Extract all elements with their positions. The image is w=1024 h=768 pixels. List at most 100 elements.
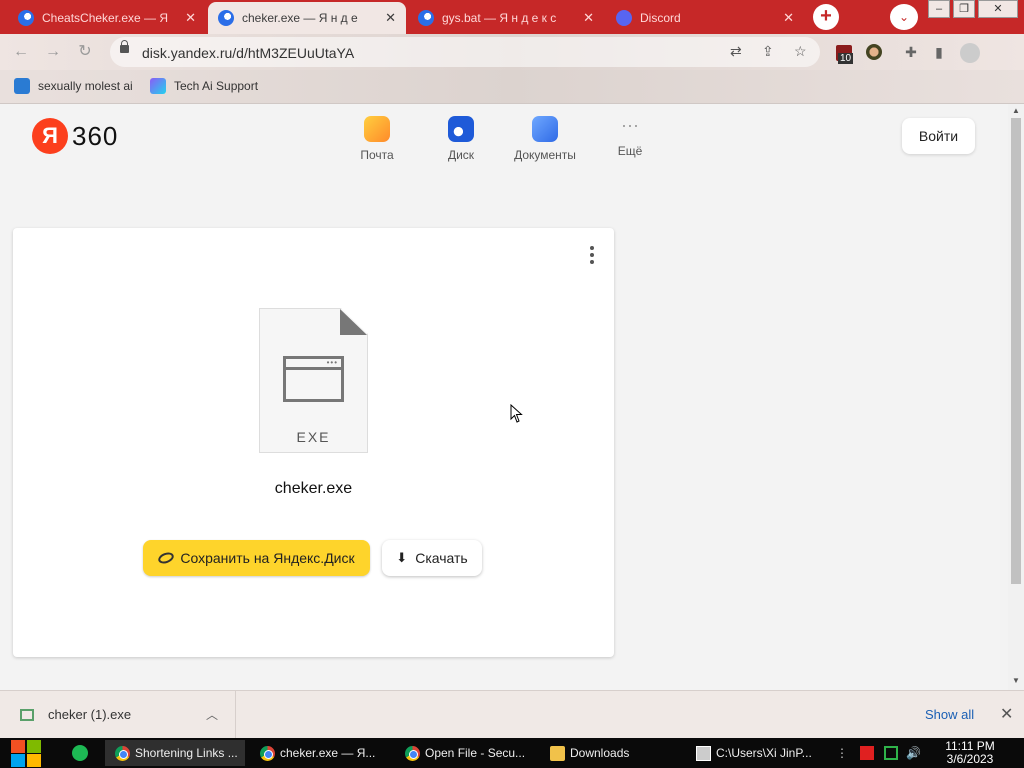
extension-badge-icon[interactable]: 10 xyxy=(836,45,854,64)
action-center-flag-icon[interactable] xyxy=(860,746,874,760)
taskbar-window[interactable]: Downloads xyxy=(540,740,680,766)
close-icon[interactable]: ✕ xyxy=(583,10,594,26)
folder-icon xyxy=(550,745,565,761)
taskbar-window[interactable]: C:\Users\Xi JinP... xyxy=(686,740,826,766)
minimize-button[interactable]: ‒ xyxy=(928,0,950,18)
bookmark-item[interactable]: Tech Ai Support xyxy=(150,78,258,94)
window-icon: ••• xyxy=(283,356,344,402)
restore-button[interactable]: ❐ xyxy=(953,0,975,18)
show-all-link[interactable]: Show all xyxy=(925,707,974,722)
chrome-icon xyxy=(405,745,420,761)
url-text[interactable]: disk.yandex.ru/d/htM3ZEUuUtaYA xyxy=(142,45,354,61)
taskbar-window-label: Downloads xyxy=(570,746,630,760)
bookmarks-bar: sexually molest ai Tech Ai Support xyxy=(0,70,1024,104)
mouse-cursor-icon xyxy=(510,404,523,423)
tab-title: gys.bat — Я н д е к с xyxy=(442,11,557,25)
address-bar[interactable]: disk.yandex.ru/d/htM3ZEUuUtaYA ⇄ ⇪ ☆ xyxy=(110,37,820,67)
tab-gys[interactable]: gys.bat — Я н д е к с ✕ xyxy=(408,2,604,34)
tray-overflow-icon[interactable]: ⋮ xyxy=(836,746,850,760)
close-icon[interactable]: ✕ xyxy=(1000,704,1013,724)
clock-date: 3/6/2023 xyxy=(946,752,994,766)
extensions-puzzle-icon[interactable]: ✚ xyxy=(902,43,920,61)
back-button[interactable]: ← xyxy=(10,42,32,62)
logo-number: 360 xyxy=(72,120,119,151)
download-icon: ⬇ xyxy=(396,550,408,565)
service-disk[interactable]: Диск xyxy=(421,116,501,162)
page-scrollbar[interactable]: ▲ ▼ xyxy=(1008,104,1024,690)
taskbar-window-label: cheker.exe — Я... xyxy=(280,746,376,760)
tab-cheker[interactable]: cheker.exe — Я н д е ✕ xyxy=(208,2,406,34)
yandex-360-logo[interactable]: Я 360 xyxy=(32,118,118,154)
service-more[interactable]: ··· Ещё xyxy=(590,116,670,158)
chrome-icon xyxy=(115,745,130,761)
page-fold xyxy=(340,309,367,335)
taskbar-window[interactable]: cheker.exe — Я... xyxy=(250,740,390,766)
download-item[interactable]: cheker (1).exe ︿ xyxy=(0,691,236,738)
taskbar-window-label: Shortening Links ... xyxy=(135,746,238,760)
service-label: Ещё xyxy=(617,144,643,158)
chrome-icon xyxy=(260,745,275,761)
exe-file-icon: ••• EXE xyxy=(259,308,368,453)
yandex-disk-icon xyxy=(218,10,234,26)
spotify-icon[interactable] xyxy=(72,745,88,761)
service-label: Почта xyxy=(360,148,394,162)
close-icon[interactable]: ✕ xyxy=(185,10,196,26)
start-button[interactable] xyxy=(10,738,42,768)
chevron-up-icon[interactable]: ︿ xyxy=(206,706,218,723)
close-window-button[interactable]: ✕ xyxy=(978,0,1018,18)
tab-strip: CheatsCheker.exe — Я ✕ cheker.exe — Я н … xyxy=(0,0,1024,34)
yandex-disk-icon xyxy=(18,10,34,26)
profile-avatar[interactable] xyxy=(960,43,980,63)
taskbar-window[interactable]: Shortening Links ... xyxy=(105,740,245,766)
bookmark-star-icon[interactable]: ☆ xyxy=(794,43,807,60)
exe-file-icon xyxy=(20,708,34,721)
mail-icon xyxy=(364,116,390,142)
service-mail[interactable]: Почта xyxy=(337,116,417,162)
lock-icon[interactable] xyxy=(120,40,129,53)
tab-title: cheker.exe — Я н д е xyxy=(242,11,358,25)
close-icon[interactable]: ✕ xyxy=(385,10,396,26)
service-documents[interactable]: Документы xyxy=(505,116,585,162)
taskbar-window[interactable]: Open File - Secu... xyxy=(395,740,535,766)
logo-letter: Я xyxy=(32,118,68,154)
file-card: ••• EXE cheker.exe Сохранить на Яндекс.Д… xyxy=(13,228,614,657)
bookmark-item[interactable]: sexually molest ai xyxy=(14,78,133,94)
save-to-disk-button[interactable]: Сохранить на Яндекс.Диск xyxy=(143,540,370,576)
new-tab-button[interactable]: + xyxy=(813,4,839,30)
download-button[interactable]: ⬇ Скачать xyxy=(382,540,482,576)
side-panel-icon[interactable]: ▮ xyxy=(930,43,948,61)
file-name: cheker.exe xyxy=(274,480,353,497)
tab-discord[interactable]: Discord ✕ xyxy=(606,2,804,34)
service-label: Диск xyxy=(447,148,475,162)
bookmark-label: Tech Ai Support xyxy=(174,79,259,93)
bookmark-favicon-icon xyxy=(150,78,166,94)
download-item-name: cheker (1).exe xyxy=(48,707,132,722)
tab-cheatscheker[interactable]: CheatsCheker.exe — Я ✕ xyxy=(8,2,206,34)
more-options-icon[interactable] xyxy=(586,246,598,266)
save-button-label: Сохранить на Яндекс.Диск xyxy=(180,550,355,566)
taskbar-window-label: C:\Users\Xi JinP... xyxy=(716,746,812,760)
extension-avatar-icon[interactable] xyxy=(866,44,882,60)
page-content: Я 360 Почта Диск Документы ··· Ещё Войти… xyxy=(0,104,1008,690)
disk-icon xyxy=(157,550,176,566)
system-clock[interactable]: 11:11 PM 3/6/2023 xyxy=(930,740,1010,766)
disk-icon xyxy=(448,116,474,142)
network-icon[interactable] xyxy=(884,746,898,760)
bookmark-favicon-icon xyxy=(14,78,30,94)
share-icon[interactable]: ⇪ xyxy=(762,43,774,60)
file-extension: EXE xyxy=(296,429,331,445)
taskbar-window-label: Open File - Secu... xyxy=(425,746,526,760)
scrollbar-thumb[interactable] xyxy=(1011,118,1021,584)
login-button[interactable]: Войти xyxy=(902,118,975,154)
tab-search-button[interactable]: ⌄ xyxy=(890,4,918,30)
more-icon: ··· xyxy=(621,115,639,135)
reload-button[interactable]: ↻ xyxy=(74,42,96,62)
tab-title: CheatsCheker.exe — Я xyxy=(42,11,169,25)
close-icon[interactable]: ✕ xyxy=(783,10,794,26)
scroll-down-icon[interactable]: ▼ xyxy=(1012,676,1020,685)
volume-icon[interactable]: 🔊 xyxy=(906,746,921,760)
forward-button[interactable]: → xyxy=(42,42,64,62)
translate-icon[interactable]: ⇄ xyxy=(730,43,742,60)
scroll-up-icon[interactable]: ▲ xyxy=(1012,106,1020,115)
service-label: Документы xyxy=(514,148,576,162)
